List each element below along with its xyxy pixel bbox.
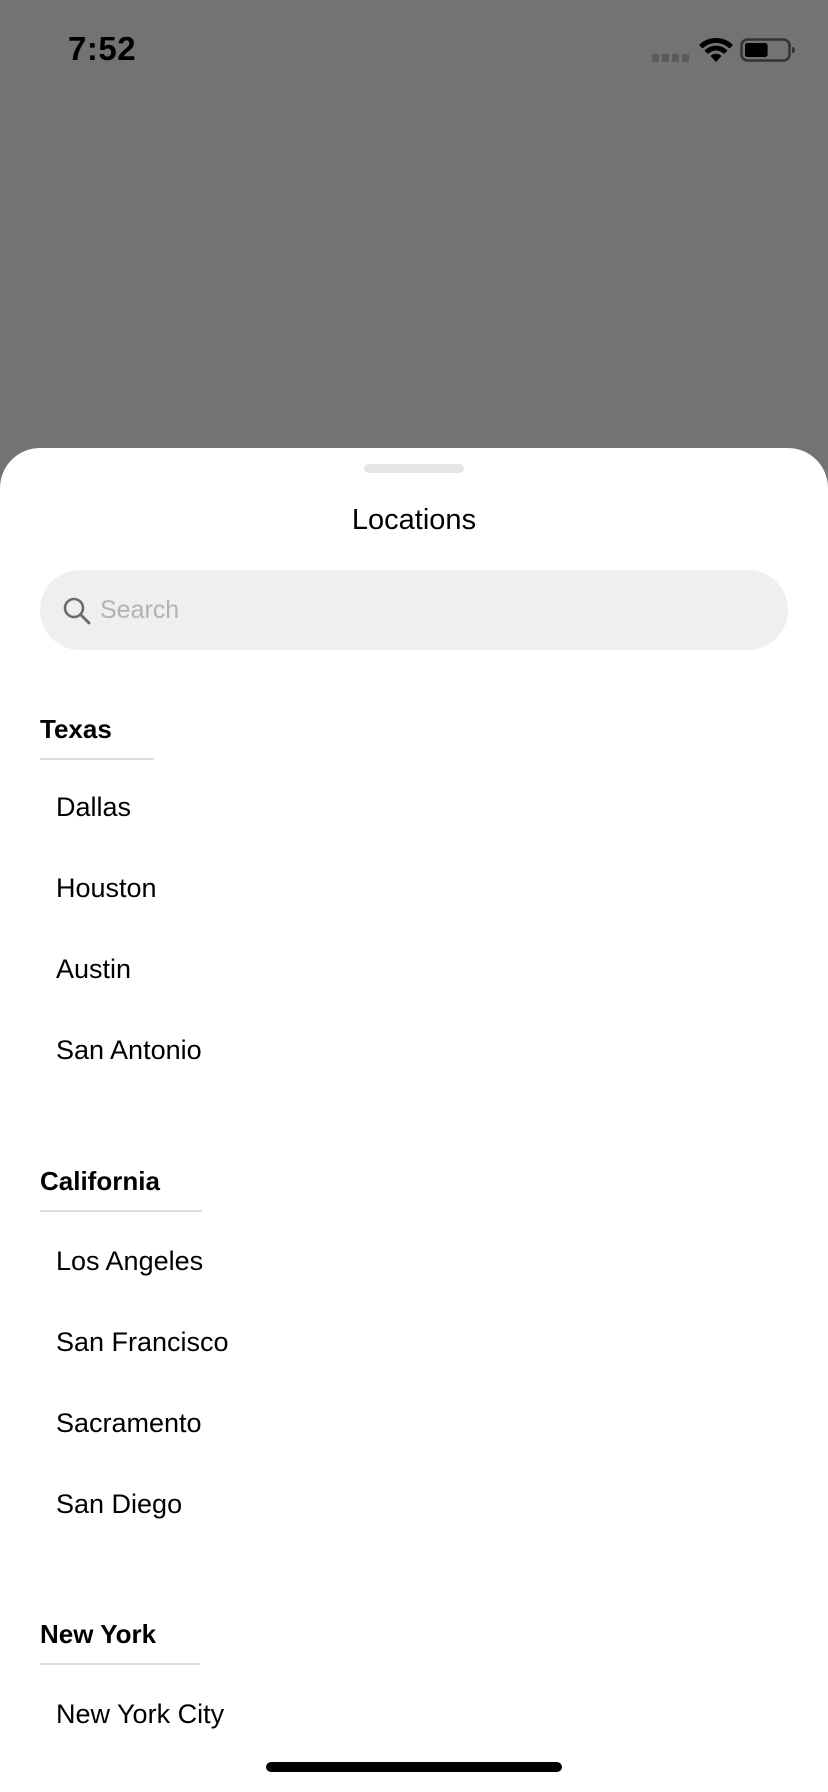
locations-sheet: Locations Texas Dallas Houston Austin Sa…	[0, 448, 828, 1792]
signal-icon	[652, 54, 690, 64]
city-item-dallas[interactable]: Dallas	[56, 792, 131, 823]
city-item-san-diego[interactable]: San Diego	[56, 1489, 182, 1520]
section-divider	[40, 758, 154, 760]
section-header: Texas	[40, 714, 112, 744]
search-input[interactable]	[100, 570, 760, 650]
city-item-sacramento[interactable]: Sacramento	[56, 1408, 202, 1439]
section-divider	[40, 1663, 200, 1665]
sheet-title: Locations	[351, 504, 477, 536]
search-icon	[63, 597, 91, 625]
home-indicator[interactable]	[266, 1762, 562, 1772]
status-time: 7:52	[68, 30, 137, 67]
battery-icon	[740, 38, 795, 62]
city-item-san-antonio[interactable]: San Antonio	[56, 1035, 202, 1066]
screen: 7:52 Locations Search Texas Dallas Houst…	[0, 0, 828, 1792]
section-divider	[40, 1210, 202, 1212]
city-item-houston[interactable]: Houston	[56, 873, 157, 904]
section-header: New York	[40, 1619, 157, 1649]
city-item-san-francisco[interactable]: San Francisco	[56, 1327, 229, 1358]
wifi-icon	[699, 37, 733, 62]
city-item-new-york-city[interactable]: New York City	[56, 1699, 224, 1730]
status-bar: 7:52	[0, 0, 828, 100]
search-bar[interactable]	[40, 570, 788, 650]
city-item-austin[interactable]: Austin	[56, 954, 131, 985]
sheet-grabber-handle[interactable]	[364, 464, 464, 473]
section-header: California	[40, 1166, 160, 1196]
city-item-los-angeles[interactable]: Los Angeles	[56, 1246, 203, 1277]
